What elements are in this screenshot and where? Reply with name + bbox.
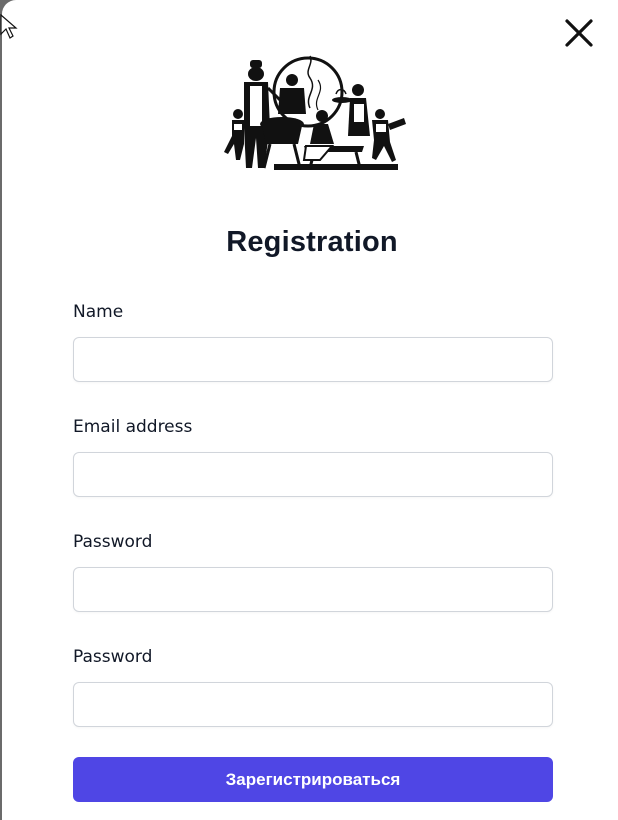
email-label: Email address bbox=[73, 417, 193, 437]
page-title: Registration bbox=[226, 226, 398, 258]
email-field[interactable] bbox=[73, 452, 553, 497]
password-label: Password bbox=[73, 532, 153, 552]
bbq-family-silhouette-logo bbox=[224, 55, 406, 170]
mouse-cursor-icon bbox=[0, 14, 18, 39]
close-icon[interactable] bbox=[562, 16, 596, 50]
register-button[interactable]: Зарегистрироваться bbox=[73, 757, 553, 802]
password-confirm-field[interactable] bbox=[73, 682, 553, 727]
name-label: Name bbox=[73, 302, 124, 322]
registration-modal: Registration Name Email address Password… bbox=[2, 0, 618, 820]
password-confirm-label: Password bbox=[73, 647, 153, 667]
name-field[interactable] bbox=[73, 337, 553, 382]
password-field[interactable] bbox=[73, 567, 553, 612]
